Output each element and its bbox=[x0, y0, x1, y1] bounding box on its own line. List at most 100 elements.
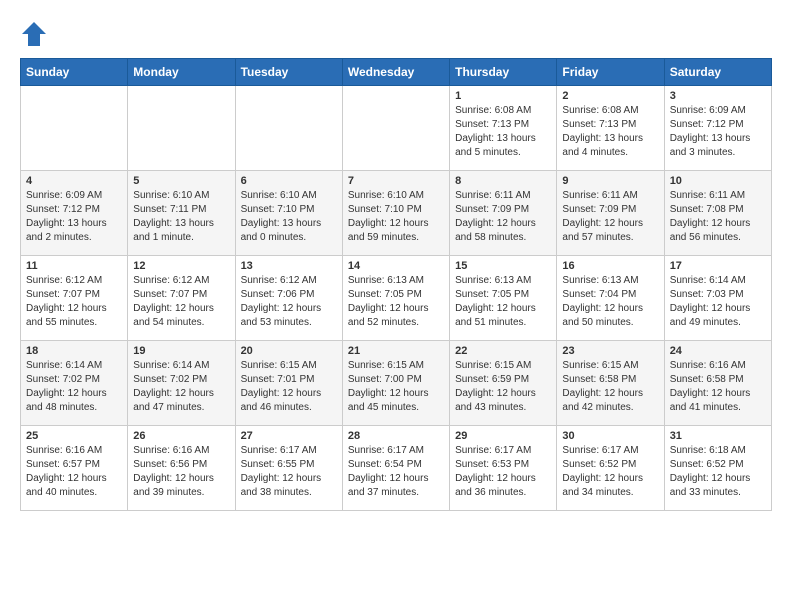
day-number: 3 bbox=[670, 90, 766, 102]
day-number: 31 bbox=[670, 430, 766, 442]
cell-content: Sunrise: 6:09 AMSunset: 7:12 PMDaylight:… bbox=[26, 189, 122, 245]
calendar-cell: 13 Sunrise: 6:12 AMSunset: 7:06 PMDayligh… bbox=[235, 256, 342, 341]
column-header-monday: Monday bbox=[128, 59, 235, 86]
day-number: 10 bbox=[670, 175, 766, 187]
cell-content: Sunrise: 6:10 AMSunset: 7:10 PMDaylight:… bbox=[348, 189, 444, 245]
calendar-cell: 27 Sunrise: 6:17 AMSunset: 6:55 PMDayligh… bbox=[235, 426, 342, 511]
cell-content: Sunrise: 6:11 AMSunset: 7:09 PMDaylight:… bbox=[562, 189, 658, 245]
day-number: 24 bbox=[670, 345, 766, 357]
cell-content: Sunrise: 6:11 AMSunset: 7:08 PMDaylight:… bbox=[670, 189, 766, 245]
calendar-cell: 30 Sunrise: 6:17 AMSunset: 6:52 PMDayligh… bbox=[557, 426, 664, 511]
cell-content: Sunrise: 6:08 AMSunset: 7:13 PMDaylight:… bbox=[455, 104, 551, 160]
day-number: 1 bbox=[455, 90, 551, 102]
day-number: 27 bbox=[241, 430, 337, 442]
calendar-cell: 18Sunrise: 6:14 AMSunset: 7:02 PMDayligh… bbox=[21, 341, 128, 426]
calendar-cell: 12 Sunrise: 6:12 AMSunset: 7:07 PMDayligh… bbox=[128, 256, 235, 341]
calendar-cell: 26 Sunrise: 6:16 AMSunset: 6:56 PMDayligh… bbox=[128, 426, 235, 511]
day-number: 26 bbox=[133, 430, 229, 442]
week-row-3: 11Sunrise: 6:12 AMSunset: 7:07 PMDayligh… bbox=[21, 256, 772, 341]
cell-content: Sunrise: 6:14 AMSunset: 7:03 PMDaylight:… bbox=[670, 274, 766, 330]
cell-content: Sunrise: 6:12 AMSunset: 7:07 PMDaylight:… bbox=[133, 274, 229, 330]
day-number: 28 bbox=[348, 430, 444, 442]
cell-content: Sunrise: 6:13 AMSunset: 7:04 PMDaylight:… bbox=[562, 274, 658, 330]
week-row-1: 1 Sunrise: 6:08 AMSunset: 7:13 PMDaylight… bbox=[21, 86, 772, 171]
day-number: 21 bbox=[348, 345, 444, 357]
column-header-wednesday: Wednesday bbox=[342, 59, 449, 86]
day-number: 9 bbox=[562, 175, 658, 187]
calendar-cell: 14Sunrise: 6:13 AMSunset: 7:05 PMDayligh… bbox=[342, 256, 449, 341]
cell-content: Sunrise: 6:16 AMSunset: 6:58 PMDaylight:… bbox=[670, 359, 766, 415]
page-header bbox=[20, 20, 772, 48]
calendar-cell: 21Sunrise: 6:15 AMSunset: 7:00 PMDayligh… bbox=[342, 341, 449, 426]
column-header-saturday: Saturday bbox=[664, 59, 771, 86]
week-row-4: 18Sunrise: 6:14 AMSunset: 7:02 PMDayligh… bbox=[21, 341, 772, 426]
day-number: 15 bbox=[455, 260, 551, 272]
day-number: 12 bbox=[133, 260, 229, 272]
cell-content: Sunrise: 6:15 AMSunset: 7:01 PMDaylight:… bbox=[241, 359, 337, 415]
cell-content: Sunrise: 6:17 AMSunset: 6:54 PMDaylight:… bbox=[348, 444, 444, 500]
calendar-cell: 2 Sunrise: 6:08 AMSunset: 7:13 PMDaylight… bbox=[557, 86, 664, 171]
logo bbox=[20, 20, 52, 48]
cell-content: Sunrise: 6:13 AMSunset: 7:05 PMDaylight:… bbox=[348, 274, 444, 330]
day-number: 13 bbox=[241, 260, 337, 272]
cell-content: Sunrise: 6:10 AMSunset: 7:10 PMDaylight:… bbox=[241, 189, 337, 245]
calendar-cell: 4Sunrise: 6:09 AMSunset: 7:12 PMDaylight… bbox=[21, 171, 128, 256]
calendar-cell: 6 Sunrise: 6:10 AMSunset: 7:10 PMDaylight… bbox=[235, 171, 342, 256]
day-number: 30 bbox=[562, 430, 658, 442]
calendar-cell: 29Sunrise: 6:17 AMSunset: 6:53 PMDayligh… bbox=[450, 426, 557, 511]
day-number: 19 bbox=[133, 345, 229, 357]
calendar-cell: 3 Sunrise: 6:09 AMSunset: 7:12 PMDaylight… bbox=[664, 86, 771, 171]
day-number: 6 bbox=[241, 175, 337, 187]
cell-content: Sunrise: 6:14 AMSunset: 7:02 PMDaylight:… bbox=[133, 359, 229, 415]
calendar-cell: 1 Sunrise: 6:08 AMSunset: 7:13 PMDaylight… bbox=[450, 86, 557, 171]
cell-content: Sunrise: 6:16 AMSunset: 6:56 PMDaylight:… bbox=[133, 444, 229, 500]
calendar-cell: 10 Sunrise: 6:11 AMSunset: 7:08 PMDayligh… bbox=[664, 171, 771, 256]
day-number: 5 bbox=[133, 175, 229, 187]
calendar-cell: 31 Sunrise: 6:18 AMSunset: 6:52 PMDayligh… bbox=[664, 426, 771, 511]
calendar-table: SundayMondayTuesdayWednesdayThursdayFrid… bbox=[20, 58, 772, 511]
calendar-cell: 20 Sunrise: 6:15 AMSunset: 7:01 PMDayligh… bbox=[235, 341, 342, 426]
column-header-tuesday: Tuesday bbox=[235, 59, 342, 86]
calendar-cell: 15 Sunrise: 6:13 AMSunset: 7:05 PMDayligh… bbox=[450, 256, 557, 341]
day-number: 29 bbox=[455, 430, 551, 442]
cell-content: Sunrise: 6:14 AMSunset: 7:02 PMDaylight:… bbox=[26, 359, 122, 415]
cell-content: Sunrise: 6:12 AMSunset: 7:07 PMDaylight:… bbox=[26, 274, 122, 330]
week-row-2: 4Sunrise: 6:09 AMSunset: 7:12 PMDaylight… bbox=[21, 171, 772, 256]
header-row: SundayMondayTuesdayWednesdayThursdayFrid… bbox=[21, 59, 772, 86]
logo-icon bbox=[20, 20, 48, 48]
cell-content: Sunrise: 6:09 AMSunset: 7:12 PMDaylight:… bbox=[670, 104, 766, 160]
day-number: 20 bbox=[241, 345, 337, 357]
cell-content: Sunrise: 6:12 AMSunset: 7:06 PMDaylight:… bbox=[241, 274, 337, 330]
column-header-thursday: Thursday bbox=[450, 59, 557, 86]
calendar-cell: 24 Sunrise: 6:16 AMSunset: 6:58 PMDayligh… bbox=[664, 341, 771, 426]
calendar-cell: 19 Sunrise: 6:14 AMSunset: 7:02 PMDayligh… bbox=[128, 341, 235, 426]
cell-content: Sunrise: 6:13 AMSunset: 7:05 PMDaylight:… bbox=[455, 274, 551, 330]
cell-content: Sunrise: 6:10 AMSunset: 7:11 PMDaylight:… bbox=[133, 189, 229, 245]
calendar-cell bbox=[235, 86, 342, 171]
day-number: 8 bbox=[455, 175, 551, 187]
day-number: 16 bbox=[562, 260, 658, 272]
cell-content: Sunrise: 6:11 AMSunset: 7:09 PMDaylight:… bbox=[455, 189, 551, 245]
calendar-cell: 8 Sunrise: 6:11 AMSunset: 7:09 PMDaylight… bbox=[450, 171, 557, 256]
column-header-sunday: Sunday bbox=[21, 59, 128, 86]
calendar-cell: 9 Sunrise: 6:11 AMSunset: 7:09 PMDaylight… bbox=[557, 171, 664, 256]
calendar-cell: 17Sunrise: 6:14 AMSunset: 7:03 PMDayligh… bbox=[664, 256, 771, 341]
calendar-cell bbox=[342, 86, 449, 171]
calendar-cell: 22Sunrise: 6:15 AMSunset: 6:59 PMDayligh… bbox=[450, 341, 557, 426]
day-number: 23 bbox=[562, 345, 658, 357]
cell-content: Sunrise: 6:16 AMSunset: 6:57 PMDaylight:… bbox=[26, 444, 122, 500]
cell-content: Sunrise: 6:08 AMSunset: 7:13 PMDaylight:… bbox=[562, 104, 658, 160]
column-header-friday: Friday bbox=[557, 59, 664, 86]
day-number: 25 bbox=[26, 430, 122, 442]
cell-content: Sunrise: 6:17 AMSunset: 6:52 PMDaylight:… bbox=[562, 444, 658, 500]
cell-content: Sunrise: 6:18 AMSunset: 6:52 PMDaylight:… bbox=[670, 444, 766, 500]
calendar-cell: 11Sunrise: 6:12 AMSunset: 7:07 PMDayligh… bbox=[21, 256, 128, 341]
day-number: 7 bbox=[348, 175, 444, 187]
calendar-cell bbox=[128, 86, 235, 171]
cell-content: Sunrise: 6:15 AMSunset: 6:58 PMDaylight:… bbox=[562, 359, 658, 415]
calendar-cell: 23 Sunrise: 6:15 AMSunset: 6:58 PMDayligh… bbox=[557, 341, 664, 426]
cell-content: Sunrise: 6:17 AMSunset: 6:55 PMDaylight:… bbox=[241, 444, 337, 500]
day-number: 2 bbox=[562, 90, 658, 102]
calendar-cell: 7 Sunrise: 6:10 AMSunset: 7:10 PMDaylight… bbox=[342, 171, 449, 256]
cell-content: Sunrise: 6:15 AMSunset: 6:59 PMDaylight:… bbox=[455, 359, 551, 415]
